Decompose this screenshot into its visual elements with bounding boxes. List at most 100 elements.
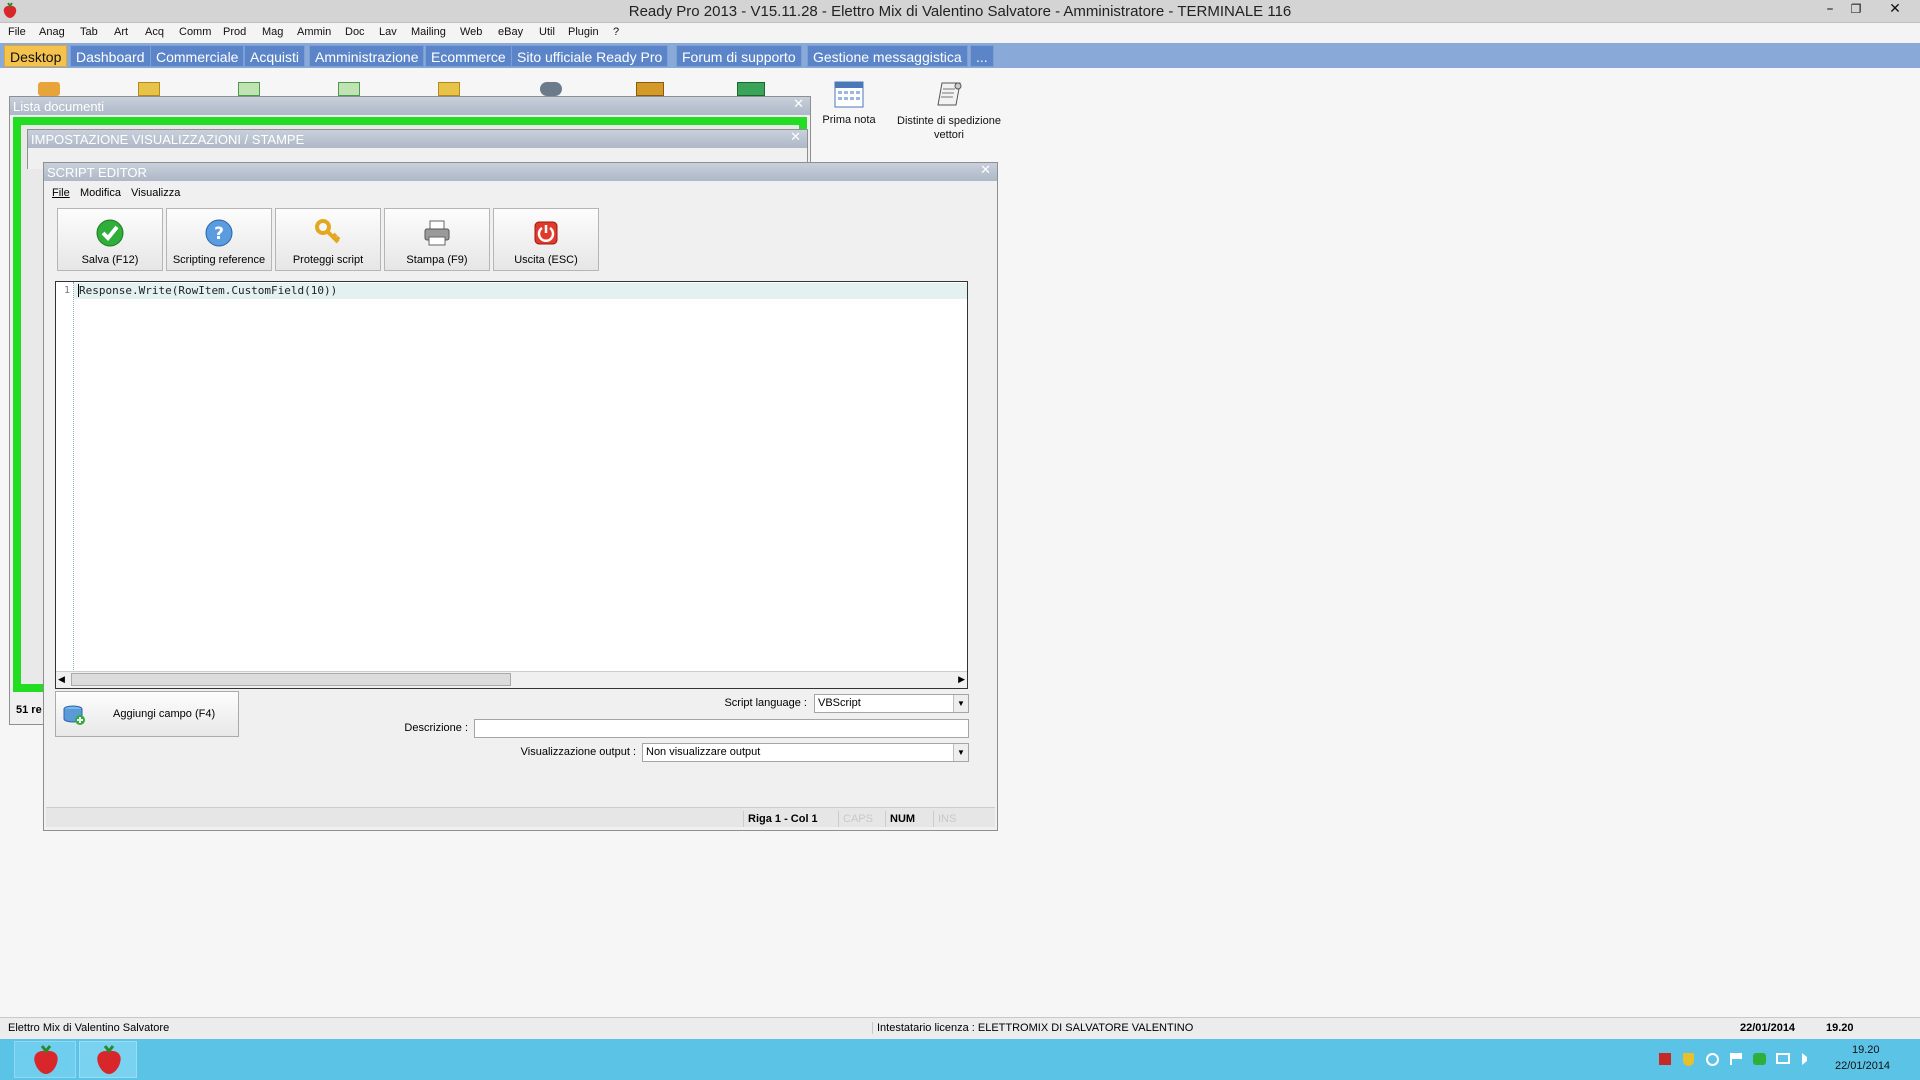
gutter-separator <box>73 282 74 670</box>
menu-comm[interactable]: Comm <box>179 26 211 38</box>
tray-monitor-icon[interactable] <box>1776 1053 1790 1064</box>
protect-script-button[interactable]: Proteggi script <box>275 208 381 271</box>
menu-util[interactable]: Util <box>539 26 555 38</box>
desktop-icon-partial[interactable] <box>737 82 765 96</box>
minimize-button[interactable]: – <box>1817 0 1843 20</box>
tab-bar: Desktop Dashboard Commerciale Acquisti A… <box>0 43 1920 68</box>
close-window-button[interactable]: ✕ <box>1882 0 1908 20</box>
desktop-icon-partial[interactable] <box>38 82 60 96</box>
menu-mailing[interactable]: Mailing <box>411 26 446 38</box>
editor-menu-file[interactable]: File <box>52 187 70 199</box>
exit-button[interactable]: Uscita (ESC) <box>493 208 599 271</box>
restore-button[interactable]: ❐ <box>1843 0 1869 20</box>
desktop-icon-partial[interactable] <box>138 82 160 96</box>
menu-ebay[interactable]: eBay <box>498 26 523 38</box>
print-button-label: Stampa (F9) <box>406 254 468 266</box>
code-line[interactable]: Response.Write(RowItem.CustomField(10)) <box>78 284 337 297</box>
menu-bar: File Anag Tab Art Acq Comm Prod Mag Ammi… <box>0 23 1920 43</box>
menu-acq[interactable]: Acq <box>145 26 164 38</box>
menu-plugin[interactable]: Plugin <box>568 26 599 38</box>
horizontal-scrollbar[interactable]: ◀ ▶ <box>56 671 967 688</box>
close-icon[interactable]: ✕ <box>790 130 801 145</box>
desktop-icon-partial[interactable] <box>636 82 664 96</box>
tab-sito-ufficiale[interactable]: Sito ufficiale Ready Pro <box>511 45 669 67</box>
scroll-thumb[interactable] <box>71 673 511 686</box>
save-button-label: Salva (F12) <box>81 254 139 266</box>
tray-clock-time[interactable]: 19.20 <box>1852 1044 1880 1056</box>
desktop-icon-partial[interactable] <box>540 82 562 96</box>
tray-action-center-icon[interactable] <box>1730 1053 1742 1065</box>
menu-mag[interactable]: Mag <box>262 26 283 38</box>
tray-shield-icon[interactable] <box>1683 1053 1694 1066</box>
menu-web[interactable]: Web <box>460 26 482 38</box>
tab-dashboard[interactable]: Dashboard <box>70 45 151 67</box>
company-name: Elettro Mix di Valentino Salvatore <box>8 1022 170 1034</box>
tab-forum[interactable]: Forum di supporto <box>676 45 802 67</box>
tray-network-icon[interactable] <box>1706 1053 1719 1066</box>
menu-file[interactable]: File <box>8 26 26 38</box>
close-icon[interactable]: ✕ <box>980 163 991 178</box>
script-language-select[interactable]: VBScript ▼ <box>814 694 969 713</box>
desktop-icon-distinte[interactable]: Distinte di spedizione vettori <box>894 80 1004 142</box>
tab-messaggistica[interactable]: Gestione messaggistica <box>807 45 968 67</box>
script-language-value: VBScript <box>818 697 861 709</box>
code-editor[interactable]: 1 Response.Write(RowItem.CustomField(10)… <box>55 281 968 689</box>
cursor-position: Riga 1 - Col 1 <box>743 811 822 827</box>
tab-desktop[interactable]: Desktop <box>4 45 68 67</box>
scroll-right-arrow[interactable]: ▶ <box>958 675 965 685</box>
desktop-icon-partial[interactable] <box>238 82 260 96</box>
tray-flag-icon[interactable] <box>1659 1053 1671 1065</box>
menu-ammin[interactable]: Ammin <box>297 26 331 38</box>
status-date: 22/01/2014 <box>1740 1022 1796 1034</box>
tab-more[interactable]: ... <box>970 45 994 67</box>
line-number: 1 <box>64 285 71 296</box>
window-title-text: Lista documenti <box>13 99 105 114</box>
tray-sync-icon[interactable] <box>1753 1053 1766 1065</box>
visualizzazione-output-label: Visualizzazione output : <box>520 746 636 758</box>
license-holder: Intestatario licenza : ELETTROMIX DI SAL… <box>872 1022 1193 1034</box>
key-icon <box>313 218 343 248</box>
scroll-left-arrow[interactable]: ◀ <box>58 675 65 685</box>
desktop-icon-partial[interactable] <box>338 82 360 96</box>
impostazione-title: IMPOSTAZIONE VISUALIZZAZIONI / STAMPE <box>28 130 807 148</box>
tab-acquisti[interactable]: Acquisti <box>244 45 306 67</box>
print-button[interactable]: Stampa (F9) <box>384 208 490 271</box>
menu-prod[interactable]: Prod <box>223 26 246 38</box>
menu-art[interactable]: Art <box>114 26 128 38</box>
tray-volume-icon[interactable] <box>1802 1053 1814 1065</box>
help-icon: ? <box>204 218 234 248</box>
tray-clock-date[interactable]: 22/01/2014 <box>1835 1060 1890 1072</box>
menu-tab[interactable]: Tab <box>80 26 98 38</box>
num-indicator: NUM <box>885 811 919 827</box>
chevron-down-icon[interactable]: ▼ <box>953 695 968 712</box>
menu-doc[interactable]: Doc <box>345 26 365 38</box>
save-button[interactable]: Salva (F12) <box>57 208 163 271</box>
close-icon[interactable]: ✕ <box>793 97 804 112</box>
tab-amministrazione[interactable]: Amministrazione <box>309 45 425 67</box>
descrizione-input[interactable] <box>474 719 969 738</box>
taskbar-app-readypro[interactable] <box>14 1041 76 1078</box>
window-title: Ready Pro 2013 - V15.11.28 - Elettro Mix… <box>628 3 1292 20</box>
scripting-reference-label: Scripting reference <box>172 254 266 266</box>
desktop-icon-partial[interactable] <box>438 82 460 96</box>
menu-anag[interactable]: Anag <box>39 26 65 38</box>
script-language-label: Script language : <box>724 697 807 709</box>
taskbar-app-readypro-2[interactable] <box>79 1041 137 1078</box>
visualizzazione-output-select[interactable]: Non visualizzare output ▼ <box>642 743 969 762</box>
add-field-label: Aggiungi campo (F4) <box>113 708 216 720</box>
add-field-button[interactable]: Aggiungi campo (F4) <box>55 691 239 737</box>
checkmark-icon <box>95 218 125 248</box>
descrizione-label: Descrizione : <box>404 722 468 734</box>
tab-ecommerce[interactable]: Ecommerce <box>425 45 512 67</box>
ins-indicator: INS <box>933 811 960 827</box>
tab-commerciale[interactable]: Commerciale <box>150 45 245 67</box>
calendar-icon <box>834 80 864 108</box>
scripting-reference-button[interactable]: ? Scripting reference <box>166 208 272 271</box>
menu-lav[interactable]: Lav <box>379 26 397 38</box>
editor-menu-visualizza[interactable]: Visualizza <box>131 187 180 199</box>
svg-text:?: ? <box>214 224 224 244</box>
window-title-text: IMPOSTAZIONE VISUALIZZAZIONI / STAMPE <box>31 132 305 147</box>
menu-help[interactable]: ? <box>613 26 619 38</box>
chevron-down-icon[interactable]: ▼ <box>953 744 968 761</box>
editor-menu-modifica[interactable]: Modifica <box>80 187 121 199</box>
